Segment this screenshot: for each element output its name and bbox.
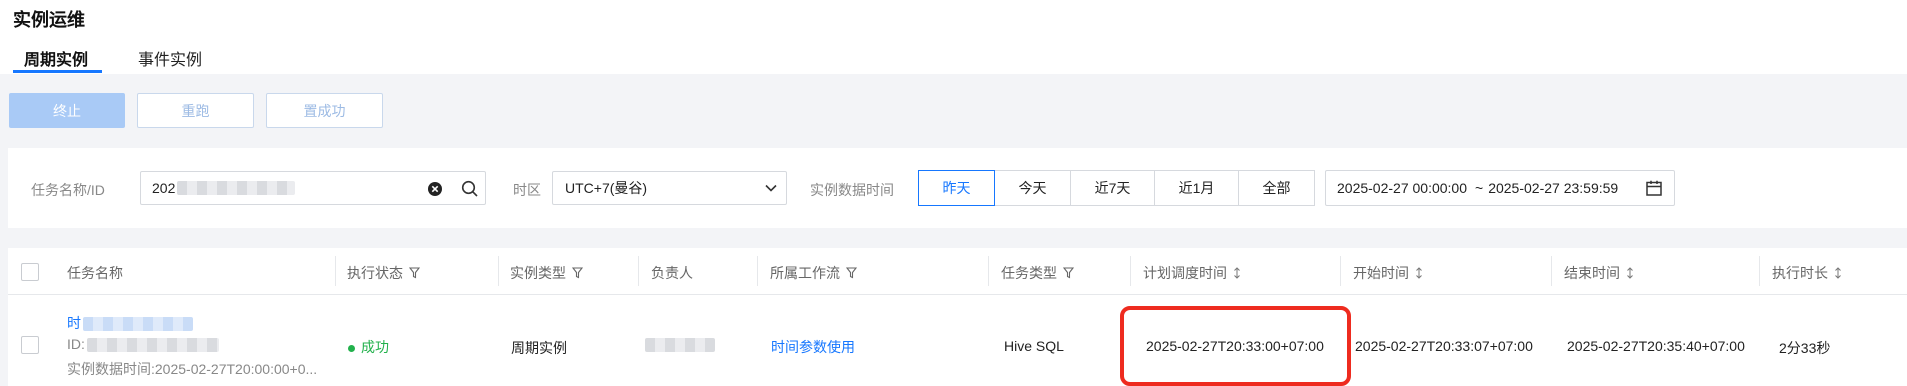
select-all-checkbox[interactable] xyxy=(21,263,39,281)
column-workflow[interactable]: 所属工作流 xyxy=(770,263,857,283)
column-scheduled-time[interactable]: 计划调度时间 xyxy=(1143,263,1241,283)
task-search-value: 202 xyxy=(152,180,176,196)
timezone-label: 时区 xyxy=(513,182,541,198)
rerun-button[interactable]: 重跑 xyxy=(137,93,254,128)
start-time: 2025-02-27T20:33:07+07:00 xyxy=(1355,338,1533,354)
status-badge: 成功 xyxy=(348,337,389,357)
owner xyxy=(645,338,715,355)
sort-icon[interactable] xyxy=(1834,267,1842,279)
column-task-name[interactable]: 任务名称 xyxy=(67,263,123,283)
range-end: 2025-02-27 23:59:59 xyxy=(1488,180,1619,196)
row-checkbox[interactable] xyxy=(21,336,39,354)
range-1-month[interactable]: 近1月 xyxy=(1154,170,1239,206)
range-today[interactable]: 今天 xyxy=(994,170,1071,206)
tab-event-instance[interactable]: 事件实例 xyxy=(138,46,202,70)
active-tab-indicator xyxy=(13,70,102,73)
column-instance-type[interactable]: 实例类型 xyxy=(510,263,583,283)
filter-icon[interactable] xyxy=(409,267,420,279)
column-duration[interactable]: 执行时长 xyxy=(1772,263,1842,283)
timezone-value: UTC+7(曼谷) xyxy=(565,180,648,196)
header xyxy=(0,0,1907,74)
column-divider xyxy=(638,256,639,286)
column-divider xyxy=(988,256,989,286)
range-separator: ~ xyxy=(1475,180,1484,196)
range-7-days[interactable]: 近7天 xyxy=(1070,170,1155,206)
range-yesterday[interactable]: 昨天 xyxy=(918,170,995,206)
scheduled-time-highlight xyxy=(1120,306,1351,386)
filter-icon[interactable] xyxy=(1063,267,1074,279)
column-divider xyxy=(498,256,499,286)
redacted-text xyxy=(86,338,219,353)
column-divider xyxy=(1340,256,1341,286)
status-dot xyxy=(348,344,355,352)
column-divider xyxy=(757,256,758,286)
filter-icon[interactable] xyxy=(572,267,583,279)
date-range-picker[interactable]: 2025-02-27 00:00:00 ~ 2025-02-27 23:59:5… xyxy=(1325,170,1675,206)
tab-periodic-instance[interactable]: 周期实例 xyxy=(24,46,88,70)
column-owner[interactable]: 负责人 xyxy=(651,263,693,283)
page-title: 实例运维 xyxy=(13,10,85,30)
duration: 2分33秒 xyxy=(1779,340,1831,356)
sort-icon[interactable] xyxy=(1233,267,1241,279)
column-divider xyxy=(1130,256,1131,286)
sort-icon[interactable] xyxy=(1415,267,1423,279)
column-divider xyxy=(1551,256,1552,286)
task-filter-label: 任务名称/ID xyxy=(31,182,105,198)
column-status[interactable]: 执行状态 xyxy=(347,263,420,283)
clear-icon[interactable] xyxy=(427,181,443,197)
column-divider xyxy=(335,256,336,286)
column-start-time[interactable]: 开始时间 xyxy=(1353,263,1423,283)
column-task-type[interactable]: 任务类型 xyxy=(1001,263,1074,283)
sort-icon[interactable] xyxy=(1626,267,1634,279)
task-type: Hive SQL xyxy=(1004,338,1064,354)
redacted-text xyxy=(645,338,715,352)
instance-data-time: 实例数据时间:2025-02-27T20:00:00+0... xyxy=(67,361,318,377)
column-divider xyxy=(1759,256,1760,286)
task-name-link[interactable]: 时 xyxy=(67,313,193,333)
data-time-label: 实例数据时间 xyxy=(810,182,894,198)
stop-button[interactable]: 终止 xyxy=(9,93,125,128)
chevron-down-icon xyxy=(765,183,777,193)
workflow-link[interactable]: 时间参数使用 xyxy=(771,337,855,357)
search-icon[interactable] xyxy=(461,180,479,198)
end-time: 2025-02-27T20:35:40+07:00 xyxy=(1567,338,1745,354)
filter-icon[interactable] xyxy=(846,267,857,279)
timezone-select[interactable]: UTC+7(曼谷) xyxy=(552,171,787,205)
set-success-button[interactable]: 置成功 xyxy=(266,93,383,128)
range-all[interactable]: 全部 xyxy=(1238,170,1315,206)
range-start: 2025-02-27 00:00:00 xyxy=(1337,180,1467,196)
redacted-text xyxy=(83,317,193,332)
calendar-icon xyxy=(1645,179,1663,197)
task-search-input[interactable]: 202 xyxy=(140,171,486,205)
task-id: ID: xyxy=(67,336,219,353)
instance-type: 周期实例 xyxy=(511,340,567,356)
column-end-time[interactable]: 结束时间 xyxy=(1564,263,1634,283)
redacted-text xyxy=(177,181,296,195)
